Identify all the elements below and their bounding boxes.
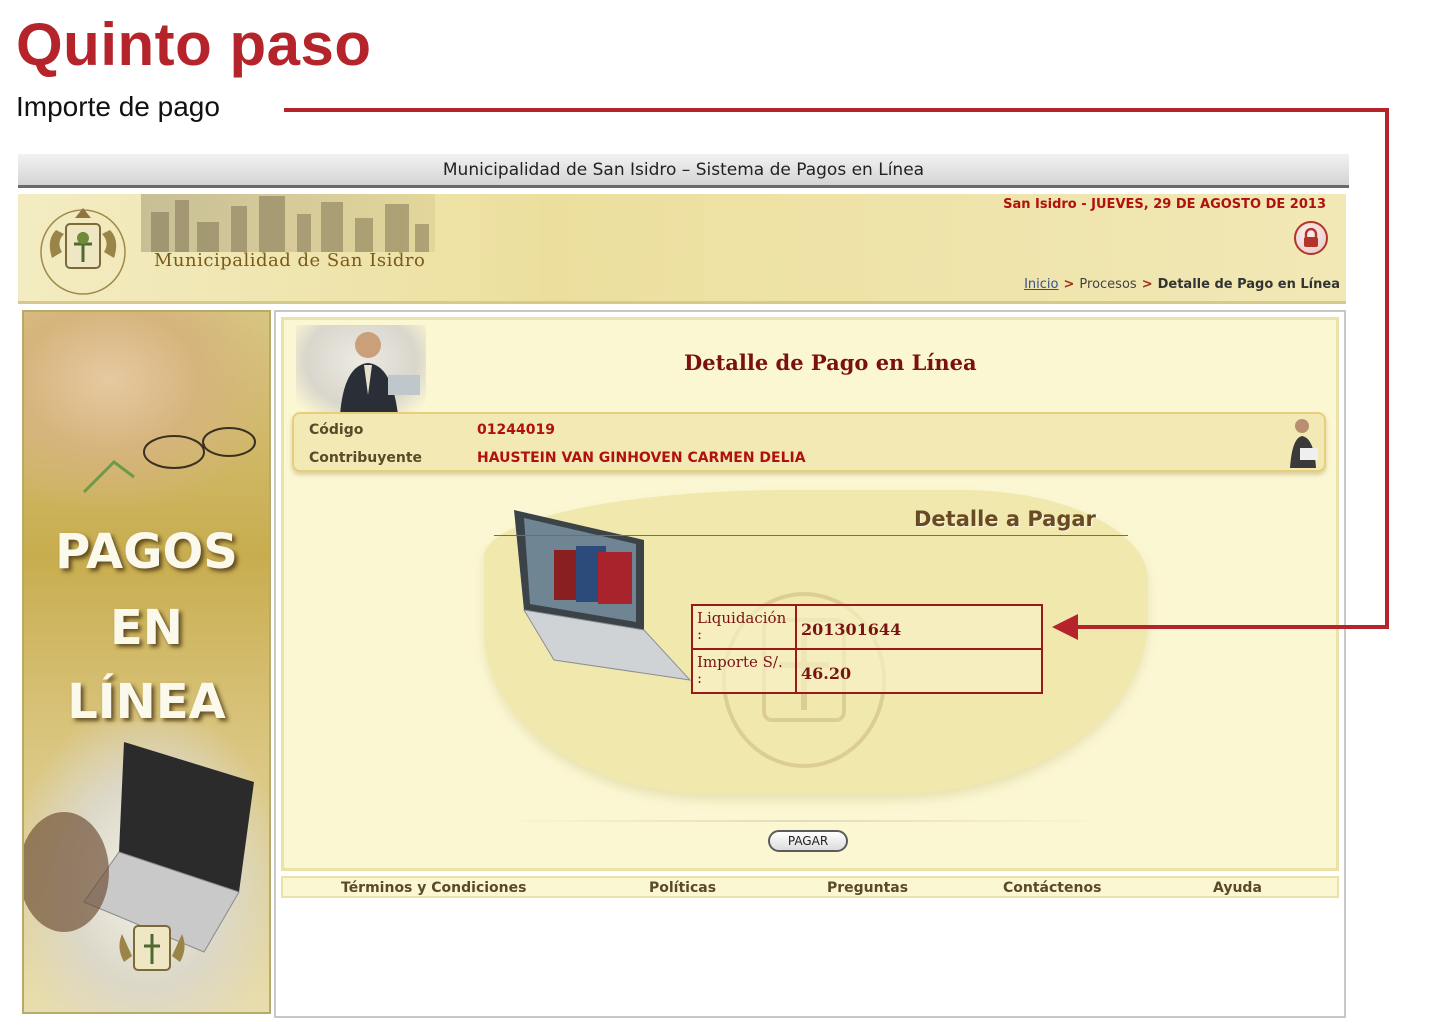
window-titlebar: Municipalidad de San Isidro – Sistema de… xyxy=(18,154,1349,188)
date-line: San Isidro - JUEVES, 29 DE AGOSTO DE 201… xyxy=(1003,197,1326,212)
footer-links: Términos y Condiciones Políticas Pregunt… xyxy=(281,876,1339,898)
detail-heading: Detalle a Pagar xyxy=(914,507,1096,531)
divider xyxy=(494,820,1114,822)
breadcrumb: Inicio > Procesos > Detalle de Pago en L… xyxy=(1024,277,1340,292)
city-skyline-photo xyxy=(141,194,435,252)
amount-value: 46.20 xyxy=(795,648,1043,694)
code-value: 01244019 xyxy=(477,422,555,438)
footer-link-contact[interactable]: Contáctenos xyxy=(1003,880,1101,896)
municipal-crest-icon xyxy=(40,208,126,295)
breadcrumb-current: Detalle de Pago en Línea xyxy=(1157,277,1340,292)
banner-text-en: EN xyxy=(110,600,183,656)
settlement-value: 201301644 xyxy=(795,604,1043,650)
content-panel: Detalle de Pago en Línea Código 01244019… xyxy=(281,317,1339,871)
code-label: Código xyxy=(309,422,364,438)
breadcrumb-home-link[interactable]: Inicio xyxy=(1024,277,1058,292)
taxpayer-label: Contribuyente xyxy=(309,450,423,466)
page-title: Detalle de Pago en Línea xyxy=(684,350,977,375)
payment-detail-table: Liquidación : 201301644 Importe S/. : 46… xyxy=(691,604,1043,694)
window-title: Municipalidad de San Isidro – Sistema de… xyxy=(442,159,925,180)
lock-icon xyxy=(1304,228,1318,247)
man-with-glasses-photo xyxy=(24,312,269,507)
laptop-cards-illustration xyxy=(514,510,692,681)
step-title: Quinto paso xyxy=(16,11,372,78)
banner-text-pagos: PAGOS xyxy=(55,524,238,580)
footer-link-faq[interactable]: Preguntas xyxy=(827,880,908,896)
taxpayer-value: HAUSTEIN VAN GINHOVEN CARMEN DELIA xyxy=(477,450,806,466)
person-reading-icon xyxy=(1290,419,1318,468)
logout-lock-button[interactable] xyxy=(1294,221,1328,255)
pay-button[interactable]: PAGAR xyxy=(768,830,848,852)
breadcrumb-separator: > xyxy=(1063,277,1075,292)
site-header: Municipalidad de San Isidro San Isidro -… xyxy=(18,194,1346,304)
detail-heading-rule xyxy=(494,535,1128,536)
glasses-icon xyxy=(82,427,256,494)
browser-window: Municipalidad de San Isidro – Sistema de… xyxy=(18,154,1349,1020)
table-row: Importe S/. : 46.20 xyxy=(691,648,1043,694)
settlement-label: Liquidación : xyxy=(691,604,797,650)
org-name: Municipalidad de San Isidro xyxy=(154,250,426,271)
businessman-icon xyxy=(340,332,420,415)
businessman-photo xyxy=(296,325,426,415)
breadcrumb-process: Procesos xyxy=(1079,277,1137,292)
breadcrumb-separator: > xyxy=(1141,277,1153,292)
taxpayer-info-strip: Código 01244019 Contribuyente HAUSTEIN V… xyxy=(292,412,1326,472)
main-frame: Detalle de Pago en Línea Código 01244019… xyxy=(274,310,1346,1018)
step-subtitle: Importe de pago xyxy=(16,91,220,122)
footer-link-policies[interactable]: Políticas xyxy=(649,880,716,896)
footer-link-help[interactable]: Ayuda xyxy=(1213,880,1262,896)
table-row: Liquidación : 201301644 xyxy=(691,604,1043,650)
municipal-crest-icon xyxy=(119,925,185,971)
footer-link-terms[interactable]: Términos y Condiciones xyxy=(341,880,526,896)
side-banner: PAGOS EN LÍNEA xyxy=(22,310,271,1014)
amount-label: Importe S/. : xyxy=(691,648,797,694)
